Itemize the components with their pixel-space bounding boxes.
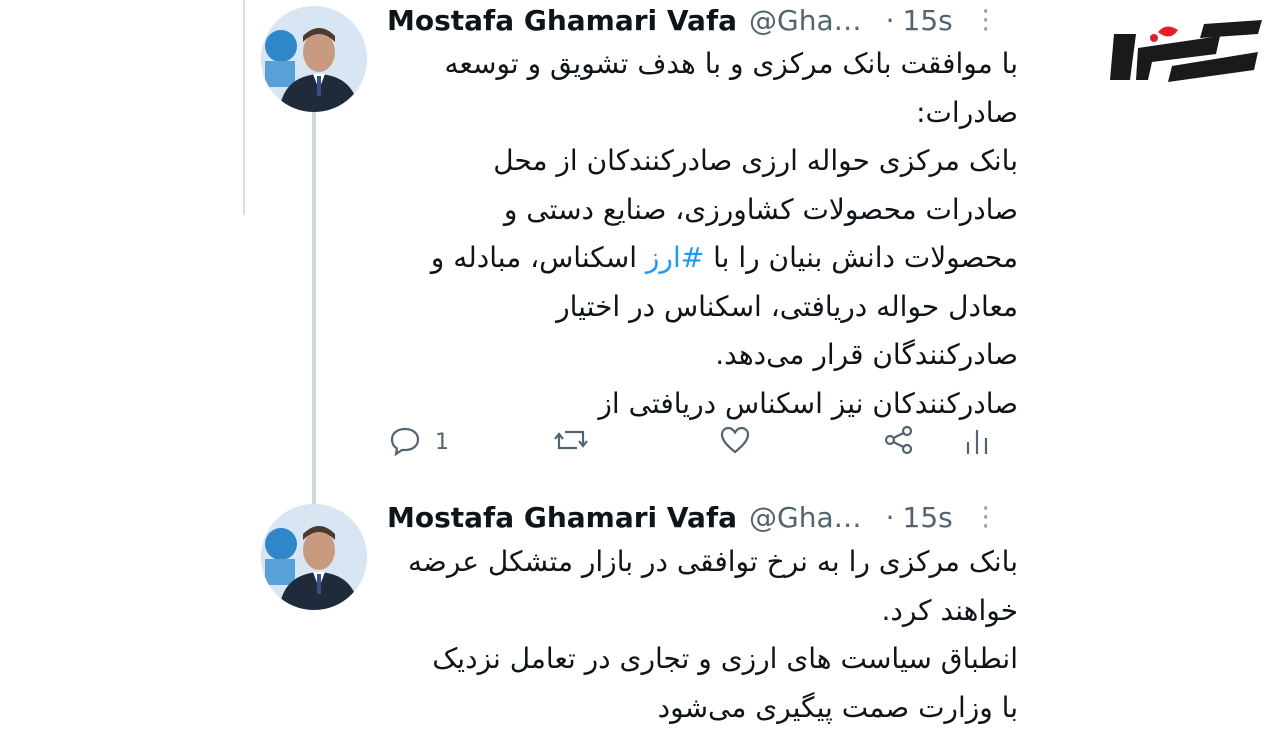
site-logo xyxy=(1108,18,1266,88)
tweet-line: بانک مرکزی را به نرخ توافقی در بازار متش… xyxy=(358,538,1018,587)
tweet-line: انطباق سیاست های ارزی و تجاری در تعامل ن… xyxy=(358,635,1018,684)
more-vertical-icon[interactable]: ⋮ xyxy=(973,5,999,35)
tweet-line-with-hashtag: محصولات دانش بنیان را با #ارز اسکناس، مب… xyxy=(358,234,1018,283)
text-fragment: اسکناس، مبادله و xyxy=(431,241,646,274)
more-vertical-icon[interactable]: ⋮ xyxy=(973,502,999,532)
author-handle[interactable]: @Gha… xyxy=(749,501,862,534)
tweet-action-bar: 1 xyxy=(385,420,1005,464)
thread-connector-line xyxy=(312,112,316,504)
author-name[interactable]: Mostafa Ghamari Vafa xyxy=(387,501,737,534)
tweet-line: صادرات: xyxy=(358,89,1018,138)
author-avatar[interactable] xyxy=(261,504,367,610)
tweet-line: صادرات محصولات کشاورزی، صنایع دستی و xyxy=(358,186,1018,235)
like-button[interactable] xyxy=(719,420,751,464)
tweet-line: خواهند کرد. xyxy=(358,587,1018,636)
reply-button[interactable]: 1 xyxy=(389,420,449,464)
tweet-timestamp[interactable]: 15s xyxy=(903,501,953,534)
tweet-line: صادرکنندگان قرار می‌دهد. xyxy=(358,331,1018,380)
author-handle[interactable]: @Gha… xyxy=(749,4,862,37)
heart-icon xyxy=(719,424,751,460)
tweet-header: Mostafa Ghamari Vafa @Gha… · 15s ⋮ xyxy=(387,0,1027,40)
separator-dot: · xyxy=(886,4,895,37)
share-button[interactable] xyxy=(883,420,915,464)
tweet-body: بانک مرکزی را به نرخ توافقی در بازار متش… xyxy=(358,538,1018,732)
author-name[interactable]: Mostafa Ghamari Vafa xyxy=(387,4,737,37)
tweet-body: با موافقت بانک مرکزی و با هدف تشویق و تو… xyxy=(358,40,1018,428)
text-fragment: محصولات دانش بنیان را با xyxy=(704,241,1018,274)
tweet-line: با وزارت صمت پیگیری می‌شود xyxy=(358,684,1018,732)
analytics-icon xyxy=(963,424,993,460)
reply-icon xyxy=(389,424,421,460)
retweet-icon xyxy=(553,424,589,460)
tweet-line: با موافقت بانک مرکزی و با هدف تشویق و تو… xyxy=(358,40,1018,89)
analytics-button[interactable] xyxy=(963,420,993,464)
tweet-timestamp[interactable]: 15s xyxy=(903,4,953,37)
tweet-line: بانک مرکزی حواله ارزی صادرکنندکان از محل xyxy=(358,137,1018,186)
reply-count: 1 xyxy=(435,430,449,455)
retweet-button[interactable] xyxy=(553,420,589,464)
author-avatar[interactable] xyxy=(261,6,367,112)
tweet-line: معادل حواله دریافتی، اسکناس در اختیار xyxy=(358,283,1018,332)
separator-dot: · xyxy=(886,501,895,534)
hashtag-link[interactable]: #ارز xyxy=(646,241,704,274)
tweet-header: Mostafa Ghamari Vafa @Gha… · 15s ⋮ xyxy=(387,497,1027,537)
panel-divider xyxy=(243,0,245,215)
share-icon xyxy=(883,424,915,460)
